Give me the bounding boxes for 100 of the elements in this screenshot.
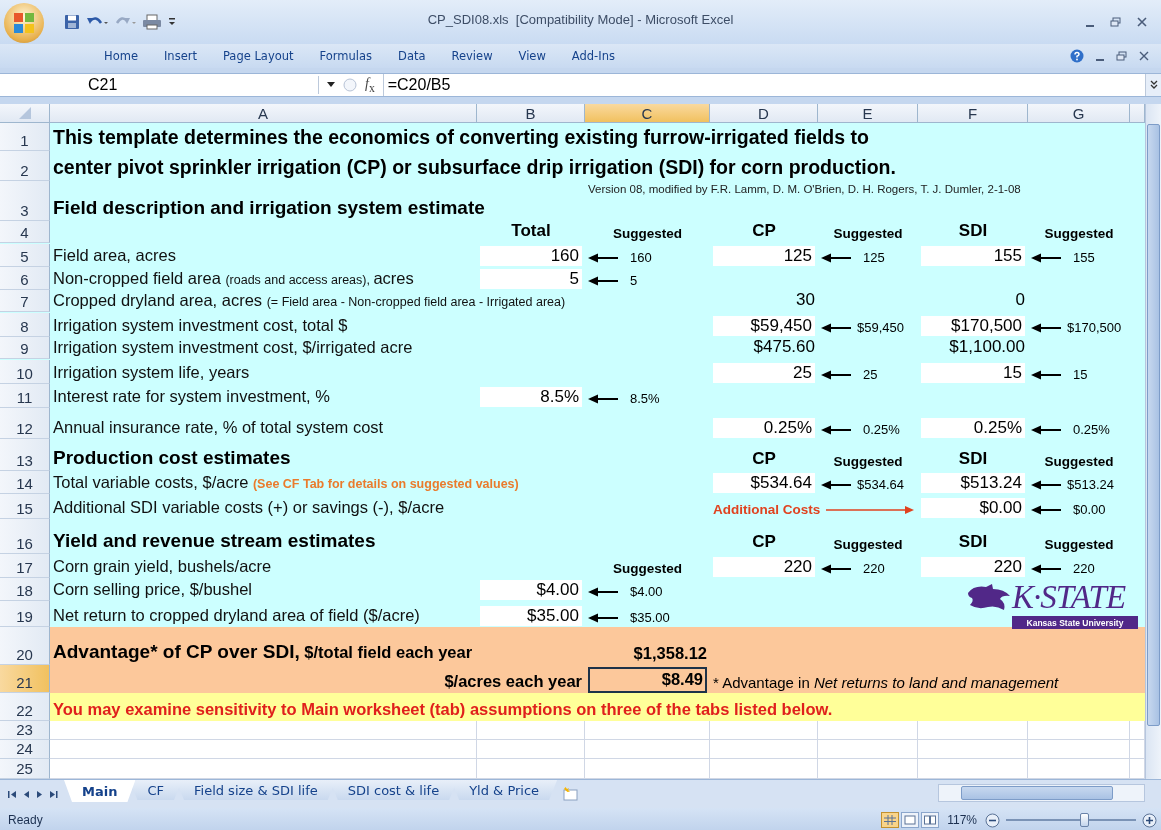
row-number[interactable]: 4 <box>0 221 50 243</box>
row-number[interactable]: 13 <box>0 439 50 471</box>
row-number[interactable]: 12 <box>0 408 50 439</box>
zoom-in-button[interactable] <box>1142 812 1157 828</box>
section-heading: Yield and revenue stream estimates <box>53 530 376 552</box>
restore-button[interactable] <box>1114 49 1129 63</box>
customize-caret-icon[interactable] <box>168 17 176 27</box>
cell-value: 0 <box>1015 290 1025 310</box>
input-cell: $0.00 <box>921 498 1025 518</box>
arrow-icon <box>821 424 851 435</box>
caret-icon[interactable] <box>327 82 335 88</box>
sheet-tab[interactable]: Yld & Price <box>451 780 558 800</box>
row-number[interactable]: 21 <box>0 665 50 693</box>
row-number[interactable]: 2 <box>0 151 50 181</box>
ribbon-tab[interactable]: Insert <box>163 47 197 65</box>
office-button[interactable] <box>4 3 44 43</box>
row-number[interactable]: 17 <box>0 554 50 578</box>
section-heading: Field description and irrigation system estimate <box>53 197 485 219</box>
insert-function-button[interactable]: f$_{x}$ <box>365 75 375 95</box>
input-cell: 0.25% <box>713 418 815 438</box>
cell-value: 30 <box>796 290 815 310</box>
row-label: Field area, acres <box>53 246 176 265</box>
zoom-out-button[interactable] <box>985 812 1000 828</box>
row-number[interactable]: 24 <box>0 740 50 759</box>
row-number[interactable]: 7 <box>0 290 50 312</box>
input-cell: $513.24 <box>921 473 1025 493</box>
zoom-level[interactable]: 117% <box>947 813 977 827</box>
triangle-icon <box>18 107 31 119</box>
close-icon <box>1139 51 1149 61</box>
column-heading: Suggested <box>1044 454 1114 469</box>
row-number[interactable]: 25 <box>0 759 50 779</box>
suggested-value: $513.24 <box>1067 477 1114 492</box>
print-icon[interactable] <box>142 14 162 30</box>
restore-button[interactable] <box>1108 15 1123 29</box>
ribbon-tab[interactable]: View <box>518 47 546 65</box>
slider-thumb[interactable] <box>1080 813 1089 827</box>
suggested-value: $170,500 <box>1067 320 1122 335</box>
row-number[interactable]: 23 <box>0 721 50 740</box>
arrow-icon <box>1031 479 1061 490</box>
arrow-icon <box>588 252 618 263</box>
suggested-value: 25 <box>863 367 878 382</box>
vertical-scrollbar[interactable] <box>1145 104 1161 779</box>
row-number[interactable]: 9 <box>0 337 50 359</box>
page-layout-view-button[interactable] <box>901 812 920 828</box>
help-button[interactable] <box>1068 47 1086 65</box>
row-number[interactable]: 20 <box>0 627 50 665</box>
horizontal-scrollbar[interactable] <box>938 784 1145 802</box>
row-number[interactable]: 5 <box>0 244 50 267</box>
column-heading: Suggested <box>833 226 903 241</box>
ribbon-tab[interactable]: Add-Ins <box>571 47 615 65</box>
suggested-value: $35.00 <box>630 610 670 625</box>
new-sheet-button[interactable] <box>561 787 580 801</box>
expand-button[interactable] <box>1145 74 1161 96</box>
previous-sheet-icon[interactable] <box>23 789 30 799</box>
row-number[interactable]: 3 <box>0 181 50 221</box>
row-number[interactable]: 16 <box>0 519 50 554</box>
first-sheet-icon[interactable] <box>8 789 17 799</box>
arrow-icon <box>588 393 618 404</box>
page-break-view-button[interactable] <box>921 812 940 828</box>
save-icon[interactable] <box>64 14 80 30</box>
row-number[interactable]: 22 <box>0 693 50 721</box>
row-number[interactable]: 8 <box>0 313 50 337</box>
row-number[interactable]: 11 <box>0 384 50 408</box>
ribbon-tab[interactable]: Review <box>451 47 493 65</box>
arrow-icon <box>826 504 915 515</box>
close-icon <box>1137 17 1147 27</box>
input-cell: 220 <box>713 557 815 577</box>
suggested-value: 5 <box>630 273 638 288</box>
status-text: Ready <box>8 813 43 827</box>
input-cell: 8.5% <box>480 387 582 407</box>
ribbon-tab[interactable]: Data <box>398 47 426 65</box>
window-title: CP_SDI08.xls [Compatibility Mode] - Microsoft Excel <box>427 12 734 27</box>
selected-cell: $8.49 <box>588 667 707 693</box>
ribbon-tab[interactable]: Formulas <box>319 47 373 65</box>
row-number[interactable]: 10 <box>0 360 50 384</box>
input-cell: $35.00 <box>480 606 582 626</box>
column-header[interactable]: C <box>585 104 710 123</box>
row-number[interactable]: 19 <box>0 601 50 627</box>
column-heading: Total <box>511 221 551 241</box>
ribbon-tab[interactable]: Page Layout <box>222 47 294 65</box>
close-button[interactable] <box>1135 15 1149 29</box>
sheet-tab[interactable]: Main <box>64 780 136 802</box>
logo-subtitle: Kansas State University <box>1012 616 1138 629</box>
row-number[interactable]: 1 <box>0 123 50 151</box>
row-number[interactable]: 6 <box>0 267 50 290</box>
suggested-value: 8.5% <box>630 391 660 406</box>
row-number[interactable]: 14 <box>0 471 50 494</box>
close-button[interactable] <box>1137 49 1151 63</box>
last-sheet-icon[interactable] <box>49 789 58 799</box>
normal-view-button[interactable] <box>881 812 900 828</box>
next-sheet-icon[interactable] <box>36 789 43 799</box>
minimize-icon <box>1086 25 1094 27</box>
ribbon-tab[interactable]: Home <box>104 47 138 65</box>
restore-icon <box>1116 51 1127 61</box>
suggested-value: $4.00 <box>630 584 663 599</box>
circle-icon <box>343 78 357 92</box>
row-number[interactable]: 18 <box>0 578 50 601</box>
column-heading: Suggested <box>1044 226 1114 241</box>
input-cell: 5 <box>480 269 582 289</box>
row-number[interactable]: 15 <box>0 494 50 519</box>
